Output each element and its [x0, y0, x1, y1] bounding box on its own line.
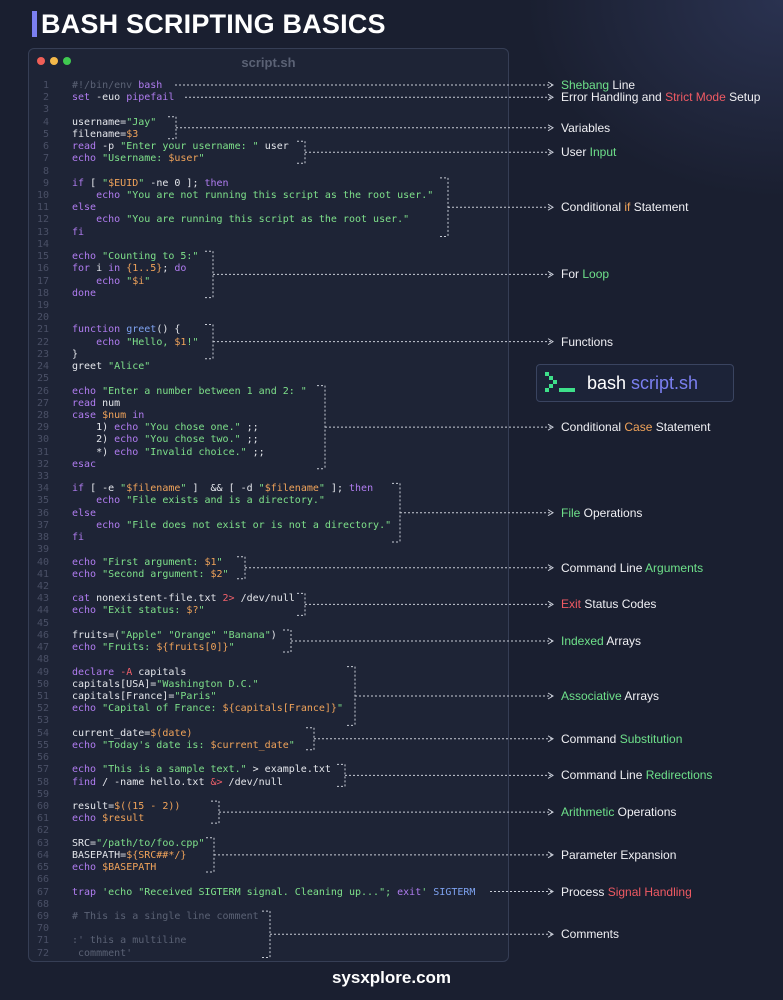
annotation-label: Parameter Expansion [561, 847, 677, 862]
annotation-label: Command Substitution [561, 731, 683, 746]
annotation-label: Functions [561, 334, 614, 349]
badge-prefix: bash [587, 372, 627, 393]
annotation-label: Process Signal Handling [561, 884, 692, 899]
annotation-label: User Input [561, 145, 617, 160]
annotation-label: For Loop [561, 267, 610, 282]
annotation-label: Variables [561, 120, 611, 135]
annotation-label: File Operations [561, 505, 643, 520]
bash-script-badge: bash script.sh [536, 364, 734, 402]
annotation-label: Command Line Arguments [561, 560, 704, 575]
annotation-label: Conditional if Statement [561, 200, 689, 215]
annotation-label: Command Line Redirections [561, 768, 713, 783]
annotation-label: Exit Status Codes [561, 597, 657, 612]
badge-suffix: script.sh [631, 372, 699, 393]
terminal-prompt-icon [545, 372, 575, 392]
annotation-label: Arithmetic Operations [561, 805, 677, 820]
annotation-label: Comments [561, 927, 620, 942]
annotation-label: Conditional Case Statement [561, 420, 711, 435]
footer-brand: sysxplore.com [331, 968, 452, 987]
annotation-label: Error Handling and Strict Mode Setup [561, 90, 761, 105]
annotation-label: Indexed Arrays [561, 634, 642, 648]
annotation-label: Associative Arrays [561, 689, 660, 703]
